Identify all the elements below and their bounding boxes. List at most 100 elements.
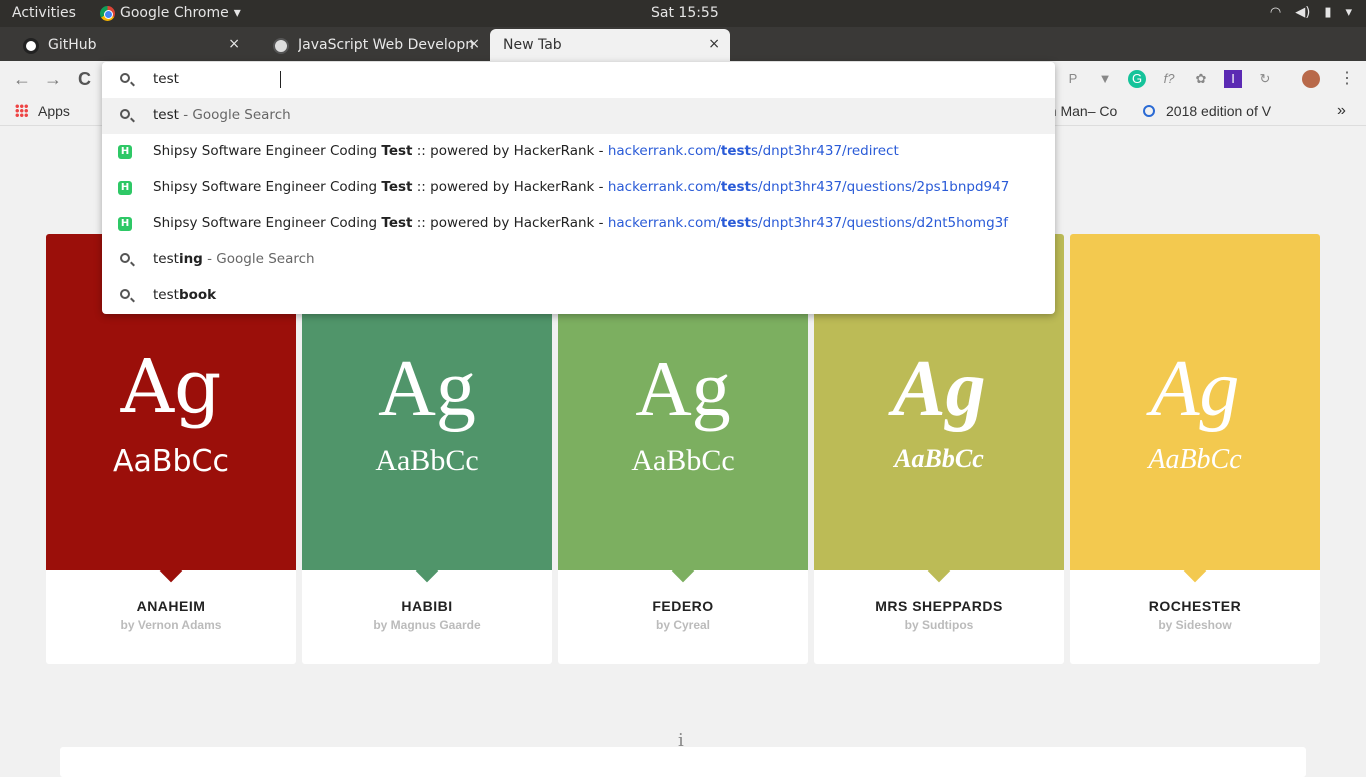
extension-p-icon[interactable]: P bbox=[1064, 70, 1082, 88]
volume-icon: ◀) bbox=[1295, 5, 1311, 20]
suggestion-url: hackerrank.com/ bbox=[607, 143, 721, 159]
bookmarks-overflow-button[interactable]: » bbox=[1337, 102, 1346, 120]
suggestion-title: Shipsy Software Engineer Coding bbox=[153, 143, 382, 159]
extension-react-icon[interactable]: ✿ bbox=[1192, 70, 1210, 88]
suggestion-source: - Google Search bbox=[202, 251, 315, 267]
font-name: FEDERO bbox=[652, 598, 714, 614]
font-author: by Magnus Gaarde bbox=[373, 618, 481, 632]
bookmark-favicon-icon bbox=[1143, 105, 1155, 117]
font-author: by Vernon Adams bbox=[120, 618, 222, 632]
close-tab-icon[interactable]: × bbox=[708, 36, 720, 52]
suggestion-title-suffix: :: powered by HackerRank - bbox=[412, 215, 608, 231]
address-bar[interactable]: test bbox=[102, 62, 1055, 98]
font-author: by Cyreal bbox=[655, 618, 711, 632]
bookmark-apps[interactable]: Apps bbox=[38, 103, 70, 119]
tab-github[interactable]: GitHub × bbox=[0, 29, 250, 61]
suggestion-title: Shipsy Software Engineer Coding bbox=[153, 215, 382, 231]
font-alphabet-sample: AaBbCc bbox=[1148, 444, 1242, 475]
suggestion-item[interactable]: H Shipsy Software Engineer Coding Test :… bbox=[102, 170, 1055, 206]
font-alphabet-sample: AaBbCc bbox=[631, 444, 735, 477]
suggestion-title-match: Test bbox=[381, 179, 413, 195]
chevron-down-icon: ▾ bbox=[233, 5, 241, 21]
suggestion-url-match: test bbox=[720, 179, 752, 195]
suggestion-title-suffix: :: powered by HackerRank - bbox=[412, 143, 608, 159]
info-icon[interactable]: i bbox=[678, 730, 684, 751]
suggestion-title: Shipsy Software Engineer Coding bbox=[153, 179, 382, 195]
font-alphabet-sample: AaBbCc bbox=[375, 444, 479, 477]
app-name: Google Chrome bbox=[120, 5, 229, 21]
suggestion-query: test bbox=[153, 251, 179, 267]
profile-avatar[interactable] bbox=[1302, 70, 1320, 88]
extension-fx-icon[interactable]: f? bbox=[1160, 70, 1178, 88]
search-icon bbox=[118, 288, 134, 304]
battery-icon: ▮ bbox=[1324, 5, 1332, 20]
suggestion-title-match: Test bbox=[381, 215, 413, 231]
search-icon bbox=[118, 108, 134, 124]
reload-button[interactable]: C bbox=[78, 69, 91, 90]
suggestion-item[interactable]: testbook bbox=[102, 278, 1055, 314]
suggestion-item[interactable]: test - Google Search bbox=[102, 98, 1055, 134]
power-menu-icon: ▾ bbox=[1345, 5, 1352, 20]
suggestion-completion: book bbox=[178, 287, 217, 303]
activities-button[interactable]: Activities bbox=[12, 5, 76, 21]
github-icon bbox=[23, 38, 39, 54]
close-tab-icon[interactable]: × bbox=[228, 36, 240, 52]
font-glyph-sample: Ag bbox=[892, 345, 986, 433]
system-top-bar: Activities Google Chrome ▾ Sat 15:55 ◠ ◀… bbox=[0, 0, 1366, 27]
search-icon bbox=[118, 252, 134, 268]
app-menu[interactable]: Google Chrome ▾ bbox=[100, 5, 241, 21]
forward-button[interactable]: → bbox=[44, 69, 62, 90]
suggestion-completion: ing bbox=[178, 251, 203, 267]
suggestion-url-match: test bbox=[720, 215, 752, 231]
suggestion-title-suffix: :: powered by HackerRank - bbox=[412, 179, 608, 195]
tab-javascript[interactable]: JavaScript Web Developm × bbox=[250, 29, 490, 61]
suggestion-source: - Google Search bbox=[178, 107, 291, 123]
font-name: HABIBI bbox=[401, 598, 453, 614]
site-favicon-icon bbox=[273, 38, 289, 54]
font-author: by Sudtipos bbox=[904, 618, 974, 632]
font-glyph-sample: Ag bbox=[378, 345, 476, 433]
font-alphabet-sample: AaBbCc bbox=[113, 444, 229, 479]
text-cursor bbox=[280, 71, 281, 88]
apps-grid-icon bbox=[15, 104, 28, 117]
suggestion-item[interactable]: H Shipsy Software Engineer Coding Test :… bbox=[102, 206, 1055, 242]
tab-label: GitHub bbox=[48, 37, 97, 53]
font-glyph-sample: Ag bbox=[635, 345, 731, 432]
address-input[interactable]: test bbox=[153, 71, 179, 87]
font-alphabet-sample: AaBbCc bbox=[894, 444, 984, 473]
close-tab-icon[interactable]: × bbox=[468, 36, 480, 52]
suggestion-query: test bbox=[153, 287, 179, 303]
grammarly-icon[interactable]: G bbox=[1128, 70, 1146, 88]
font-glyph-sample: Ag bbox=[120, 344, 222, 430]
omnibox-dropdown: test test - Google Search H Shipsy Softw… bbox=[102, 62, 1055, 314]
font-name: ROCHESTER bbox=[1148, 598, 1242, 614]
suggestion-url-suffix: s/dnpt3hr437/questions/2ps1bnpd947 bbox=[751, 179, 1010, 195]
clock[interactable]: Sat 15:55 bbox=[651, 5, 719, 21]
suggestion-query: test bbox=[153, 107, 179, 123]
suggestion-item[interactable]: testing - Google Search bbox=[102, 242, 1055, 278]
back-button[interactable]: ← bbox=[13, 69, 31, 90]
font-card-rochester[interactable]: Ag AaBbCc ROCHESTER by Sideshow bbox=[1070, 234, 1320, 664]
extension-i-icon[interactable]: I bbox=[1224, 70, 1242, 88]
hackerrank-icon: H bbox=[118, 180, 134, 196]
system-tray[interactable]: ◠ ◀) ▮ ▾ bbox=[1270, 5, 1352, 20]
tab-new-tab[interactable]: New Tab × bbox=[490, 29, 730, 61]
suggestion-url: hackerrank.com/ bbox=[607, 179, 721, 195]
menu-icon[interactable]: ⋮ bbox=[1338, 70, 1356, 88]
tab-label: JavaScript Web Developm bbox=[298, 37, 473, 53]
suggestion-url-match: test bbox=[720, 143, 752, 159]
search-icon bbox=[118, 72, 134, 88]
suggestion-url-suffix: s/dnpt3hr437/questions/d2nt5homg3f bbox=[751, 215, 1008, 231]
extension-sync-icon[interactable]: ↻ bbox=[1256, 70, 1274, 88]
extension-vue-icon[interactable]: ▼ bbox=[1096, 70, 1114, 88]
suggestion-url-suffix: s/dnpt3hr437/redirect bbox=[751, 143, 899, 159]
suggestion-url: hackerrank.com/ bbox=[607, 215, 721, 231]
font-name: ANAHEIM bbox=[136, 598, 206, 614]
font-glyph-sample: Ag bbox=[1150, 345, 1240, 433]
suggestion-title-match: Test bbox=[381, 143, 413, 159]
tab-label: New Tab bbox=[503, 37, 562, 53]
chrome-icon bbox=[100, 5, 115, 21]
font-name: MRS SHEPPARDS bbox=[875, 598, 1003, 614]
suggestion-item[interactable]: H Shipsy Software Engineer Coding Test :… bbox=[102, 134, 1055, 170]
bookmark-item[interactable]: 2018 edition of V bbox=[1166, 103, 1278, 119]
